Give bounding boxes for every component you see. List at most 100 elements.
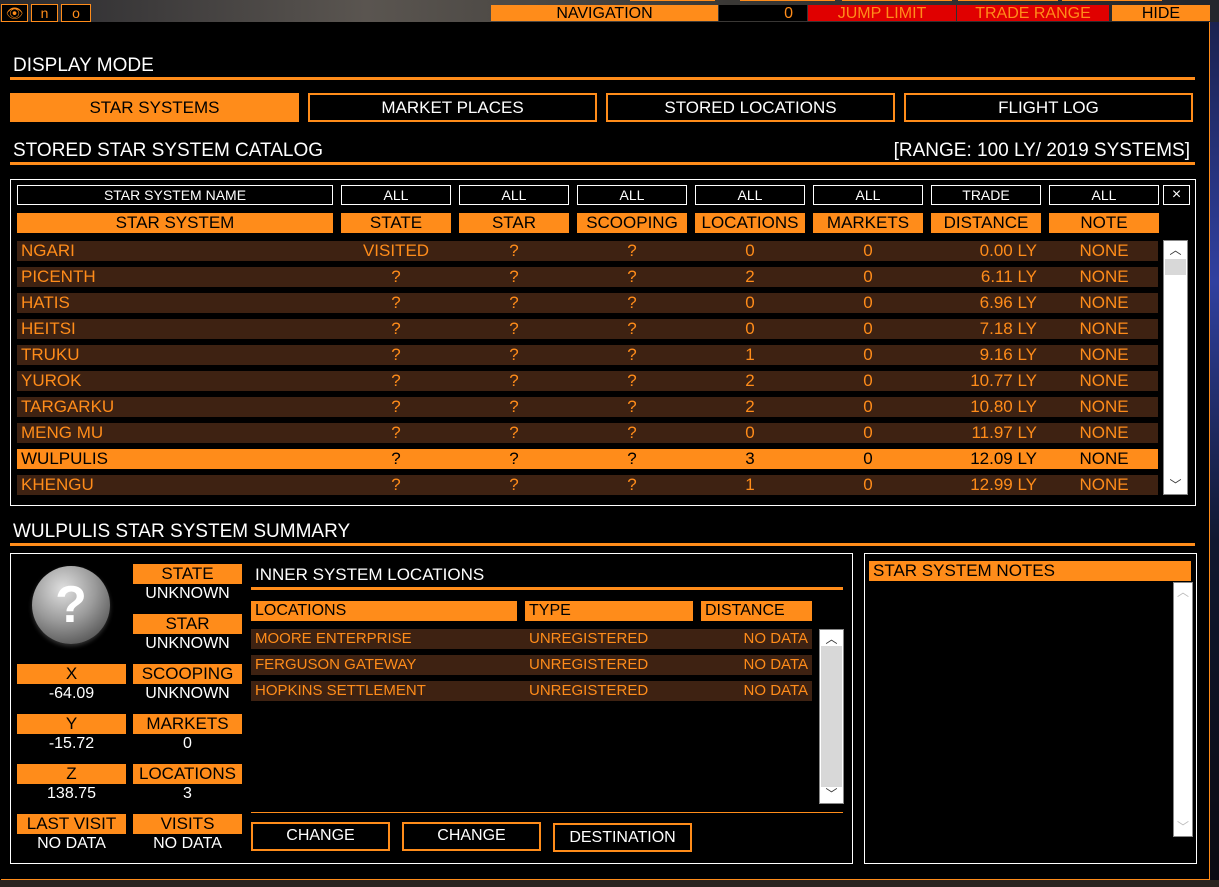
mode-star-systems-button[interactable]: STAR SYSTEMS: [10, 93, 299, 122]
cell-state: ?: [391, 345, 401, 364]
table-row[interactable]: YUROK ? ? ? 2 0 10.77 LY NONE: [17, 371, 1158, 391]
jump-count: 0: [719, 5, 807, 22]
table-row[interactable]: PICENTH ? ? ? 2 0 6.11 LY NONE: [17, 267, 1158, 287]
col-state[interactable]: STATE: [341, 213, 451, 233]
hide-button[interactable]: HIDE: [1112, 5, 1210, 22]
o-button[interactable]: o: [61, 4, 91, 22]
catalog-range: [RANGE: 100 LY/ 2019 SYSTEMS]: [893, 140, 1190, 161]
mode-flight-log-button[interactable]: FLIGHT LOG: [904, 93, 1193, 122]
table-row[interactable]: HATIS ? ? ? 0 0 6.96 LY NONE: [17, 293, 1158, 313]
table-row[interactable]: MENG MU ? ? ? 0 0 11.97 LY NONE: [17, 423, 1158, 443]
cell-locations: 2: [745, 267, 755, 286]
col-type[interactable]: TYPE: [525, 601, 693, 621]
table-row[interactable]: TRUKU ? ? ? 1 0 9.16 LY NONE: [17, 345, 1158, 365]
col-star-system[interactable]: STAR SYSTEM: [17, 213, 333, 233]
topbar-hidden-tab[interactable]: [630, 0, 715, 1]
filter-locations[interactable]: ALL: [695, 185, 805, 205]
table-row[interactable]: NGARI VISITED ? ? 0 0 0.00 LY NONE: [17, 241, 1158, 261]
cell-name: WULPULIS: [21, 449, 108, 468]
table-row[interactable]: HEITSI ? ? ? 0 0 7.18 LY NONE: [17, 319, 1158, 339]
jump-limit-button[interactable]: JUMP LIMIT: [808, 5, 956, 22]
topbar-hidden-tab[interactable]: [740, 0, 835, 1]
navigation-tab[interactable]: NAVIGATION: [491, 5, 718, 22]
table-row[interactable]: KHENGU ? ? ? 1 0 12.99 LY NONE: [17, 475, 1158, 495]
scroll-down-icon[interactable]: ﹀: [1174, 820, 1192, 834]
col-star[interactable]: STAR: [459, 213, 569, 233]
markets-label: MARKETS: [133, 714, 242, 734]
location-name: FERGUSON GATEWAY: [255, 656, 417, 673]
destination-button[interactable]: DESTINATION: [553, 823, 692, 852]
filter-star-system-name[interactable]: STAR SYSTEM NAME: [17, 185, 333, 205]
location-row[interactable]: HOPKINS SETTLEMENT UNREGISTERED NO DATA: [251, 681, 812, 701]
table-row[interactable]: TARGARKU ? ? ? 2 0 10.80 LY NONE: [17, 397, 1158, 417]
display-mode-title: DISPLAY MODE: [13, 55, 154, 76]
location-row[interactable]: FERGUSON GATEWAY UNREGISTERED NO DATA: [251, 655, 812, 675]
filter-markets[interactable]: ALL: [813, 185, 923, 205]
cell-star: ?: [509, 241, 519, 260]
topbar-hidden-tab[interactable]: [842, 0, 952, 1]
col-scooping[interactable]: SCOOPING: [577, 213, 687, 233]
background-scene-bottom: [0, 880, 1219, 887]
catalog-scrollbar[interactable]: ︿ ﹀: [1163, 240, 1188, 495]
col-distance[interactable]: DISTANCE: [931, 213, 1041, 233]
cell-name: TRUKU: [21, 345, 80, 364]
eye-icon[interactable]: 👁: [1, 4, 28, 22]
last-visit-value: NO DATA: [37, 835, 106, 852]
scroll-thumb[interactable]: [821, 646, 842, 787]
cell-star: ?: [509, 423, 519, 442]
n-button[interactable]: n: [31, 4, 58, 22]
mode-stored-locations-button[interactable]: STORED LOCATIONS: [606, 93, 895, 122]
filter-scooping[interactable]: ALL: [577, 185, 687, 205]
cell-state: ?: [391, 423, 401, 442]
cell-name: PICENTH: [21, 267, 96, 286]
cell-distance: 11.97 LY: [971, 423, 1037, 442]
topbar-hidden-tab[interactable]: [1062, 0, 1162, 1]
cell-locations: 3: [745, 449, 755, 468]
scroll-thumb[interactable]: [1165, 259, 1186, 275]
scroll-up-icon[interactable]: ︿: [1164, 243, 1187, 257]
col-locations[interactable]: LOCATIONS: [251, 601, 517, 621]
state-value: UNKNOWN: [145, 585, 230, 602]
filter-state[interactable]: ALL: [341, 185, 451, 205]
filter-star[interactable]: ALL: [459, 185, 569, 205]
cell-markets: 0: [863, 397, 873, 416]
cell-distance: 10.77 LY: [970, 371, 1037, 390]
col-markets[interactable]: MARKETS: [813, 213, 923, 233]
filter-distance[interactable]: TRADE: [931, 185, 1041, 205]
cell-locations: 1: [745, 345, 755, 364]
scroll-up-icon[interactable]: ︿: [820, 632, 843, 646]
scroll-down-icon[interactable]: ﹀: [1164, 478, 1187, 492]
cell-locations: 0: [745, 423, 755, 442]
cell-scooping: ?: [627, 345, 637, 364]
scroll-down-icon[interactable]: ﹀: [820, 787, 843, 801]
cell-name: YUROK: [21, 371, 82, 390]
filter-note[interactable]: ALL: [1049, 185, 1159, 205]
change-button[interactable]: CHANGE: [251, 822, 390, 851]
topbar-hidden-tab[interactable]: [958, 0, 1058, 1]
x-label: X: [17, 664, 126, 684]
visits-value: NO DATA: [153, 835, 222, 852]
cell-scooping: ?: [627, 475, 637, 494]
location-row[interactable]: MOORE ENTERPRISE UNREGISTERED NO DATA: [251, 629, 812, 649]
trade-range-button[interactable]: TRADE RANGE: [957, 5, 1109, 22]
cell-markets: 0: [863, 319, 873, 338]
scooping-label: SCOOPING: [133, 664, 242, 684]
star-label: STAR: [133, 614, 242, 634]
col-distance[interactable]: DISTANCE: [701, 601, 812, 621]
divider: [10, 162, 1195, 165]
notes-textarea[interactable]: [869, 582, 1171, 837]
cell-star: ?: [509, 345, 519, 364]
col-locations[interactable]: LOCATIONS: [695, 213, 805, 233]
mode-market-places-button[interactable]: MARKET PLACES: [308, 93, 597, 122]
notes-scrollbar[interactable]: ︿ ﹀: [1173, 582, 1193, 837]
cell-markets: 0: [863, 423, 873, 442]
table-row-selected[interactable]: WULPULIS ? ? ? 3 0 12.09 LY NONE: [17, 449, 1158, 469]
col-note[interactable]: NOTE: [1049, 213, 1159, 233]
cell-state: ?: [391, 475, 401, 494]
cell-star: ?: [509, 371, 519, 390]
clear-filters-close-icon[interactable]: ×: [1163, 185, 1190, 205]
scroll-up-icon[interactable]: ︿: [1174, 585, 1192, 599]
change-button-2[interactable]: CHANGE: [402, 822, 541, 851]
locations-scrollbar[interactable]: ︿ ﹀: [819, 629, 844, 804]
cell-scooping: ?: [627, 241, 637, 260]
